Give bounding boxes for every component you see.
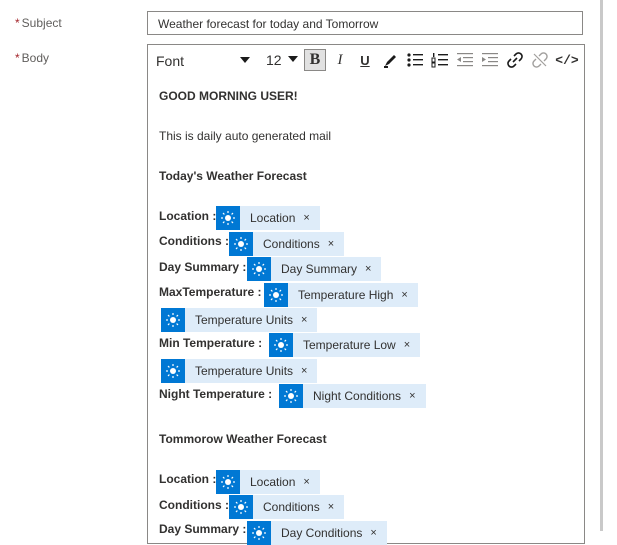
remove-token-icon[interactable]: × xyxy=(409,390,425,402)
required-mark: * xyxy=(15,51,20,65)
token-temperature-units[interactable]: Temperature Units × xyxy=(161,308,318,332)
remove-token-icon[interactable]: × xyxy=(328,501,344,513)
code-view-button[interactable]: </> xyxy=(554,49,580,71)
sun-icon xyxy=(229,495,253,519)
tomorrow-day-summary-label: Day Summary : xyxy=(159,522,247,536)
pen-icon xyxy=(384,55,396,68)
remove-token-icon[interactable]: × xyxy=(370,527,386,539)
max-temperature-label: MaxTemperature : xyxy=(159,285,262,299)
sun-icon xyxy=(264,283,288,307)
body-editor[interactable]: Font 12 B I U </> GOOD MORNING USER! Thi… xyxy=(147,44,585,545)
sun-icon xyxy=(229,232,253,256)
remove-link-button[interactable] xyxy=(529,49,551,71)
required-mark: * xyxy=(15,16,20,30)
remove-token-icon[interactable]: × xyxy=(404,339,420,351)
remove-token-icon[interactable]: × xyxy=(301,314,317,326)
remove-token-icon[interactable]: × xyxy=(303,476,319,488)
sun-icon xyxy=(269,333,293,357)
night-temperature-label: Night Temperature : xyxy=(159,387,273,401)
code-icon: </> xyxy=(555,52,579,68)
sun-icon xyxy=(161,359,185,383)
font-color-button[interactable] xyxy=(379,49,401,71)
sun-icon xyxy=(216,470,240,494)
token-night-conditions[interactable]: Night Conditions × xyxy=(279,384,426,408)
token-tomorrow-location[interactable]: Location × xyxy=(216,470,320,494)
link-icon xyxy=(507,52,523,68)
tomorrow-heading: Tommorow Weather Forecast xyxy=(159,432,327,446)
token-temperature-low[interactable]: Temperature Low × xyxy=(269,333,421,357)
subject-input[interactable]: Weather forecast for today and Tomorrow xyxy=(147,11,583,35)
bold-button[interactable]: B xyxy=(304,49,326,71)
sun-icon xyxy=(247,257,271,281)
insert-link-button[interactable] xyxy=(504,49,526,71)
sun-icon xyxy=(216,206,240,230)
location-label: Location : xyxy=(159,209,217,223)
font-size-dropdown[interactable]: 12 xyxy=(265,50,299,68)
token-temperature-high[interactable]: Temperature High × xyxy=(264,283,418,307)
chevron-down-icon xyxy=(288,56,298,62)
remove-token-icon[interactable]: × xyxy=(365,263,381,275)
token-day-summary[interactable]: Day Summary × xyxy=(247,257,382,281)
token-tomorrow-conditions[interactable]: Conditions × xyxy=(229,495,345,519)
subject-value: Weather forecast for today and Tomorrow xyxy=(158,17,379,31)
remove-token-icon[interactable]: × xyxy=(401,289,417,301)
remove-token-icon[interactable]: × xyxy=(303,212,319,224)
numbered-list-icon xyxy=(431,53,448,68)
bullet-list-button[interactable] xyxy=(404,49,426,71)
outdent-icon xyxy=(457,53,473,67)
increase-indent-button[interactable] xyxy=(479,49,501,71)
body-label: * Body xyxy=(15,51,50,65)
intro-text: This is daily auto generated mail xyxy=(159,129,332,143)
greeting-text: GOOD MORNING USER! xyxy=(159,89,298,103)
panel-gutter xyxy=(603,0,617,531)
underline-button[interactable]: U xyxy=(354,49,376,71)
unlink-icon xyxy=(532,52,548,68)
sun-icon xyxy=(161,308,185,332)
indent-icon xyxy=(482,53,498,67)
editor-toolbar: Font 12 B I U </> xyxy=(148,45,584,73)
numbered-list-button[interactable] xyxy=(429,49,451,71)
token-location[interactable]: Location × xyxy=(216,206,320,230)
token-temperature-units[interactable]: Temperature Units × xyxy=(161,359,318,383)
italic-button[interactable]: I xyxy=(329,49,351,71)
remove-token-icon[interactable]: × xyxy=(328,238,344,250)
conditions-label: Conditions : xyxy=(159,234,229,248)
subject-label: * Subject xyxy=(15,16,62,30)
sun-icon xyxy=(247,521,271,545)
font-dropdown[interactable]: Font xyxy=(153,50,261,70)
chevron-down-icon xyxy=(240,57,250,63)
min-temperature-label: Min Temperature : xyxy=(159,336,263,350)
tomorrow-location-label: Location : xyxy=(159,472,217,486)
token-conditions[interactable]: Conditions × xyxy=(229,232,345,256)
sun-icon xyxy=(279,384,303,408)
bullet-list-icon xyxy=(407,53,423,67)
tomorrow-conditions-label: Conditions : xyxy=(159,498,229,512)
token-tomorrow-day-conditions[interactable]: Day Conditions × xyxy=(247,521,387,545)
decrease-indent-button[interactable] xyxy=(454,49,476,71)
day-summary-label: Day Summary : xyxy=(159,260,247,274)
remove-token-icon[interactable]: × xyxy=(301,365,317,377)
today-heading: Today's Weather Forecast xyxy=(159,169,307,183)
